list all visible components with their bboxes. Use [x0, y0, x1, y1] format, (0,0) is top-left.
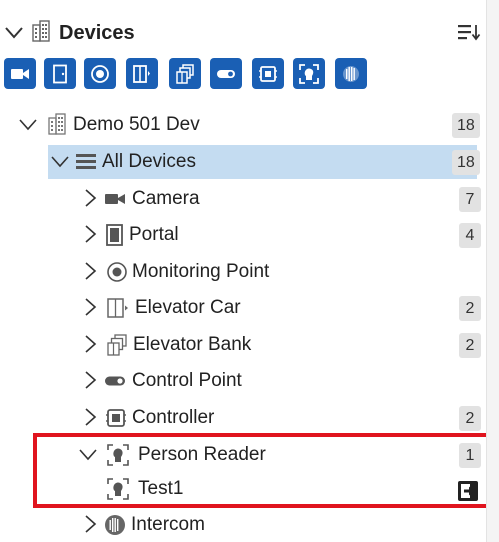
tree-row-elevator-car[interactable]: Elevator Car 2	[0, 291, 486, 325]
tree-row-label: Camera	[132, 188, 200, 209]
chevron-right-icon[interactable]	[80, 224, 100, 244]
intercom-filter-button[interactable]	[335, 58, 367, 89]
camera-filter-button[interactable]	[4, 58, 36, 89]
tree-root-row[interactable]: Demo 501 Dev 18	[0, 108, 486, 142]
target-icon	[107, 262, 127, 282]
tree-row-label: Elevator Car	[135, 297, 241, 318]
page-title: Devices	[59, 22, 135, 44]
tree-row-control-point[interactable]: Control Point	[0, 364, 486, 398]
tree-root-label: Demo 501 Dev	[73, 114, 200, 135]
tree-row-portal[interactable]: Portal 4	[0, 218, 486, 252]
tree-row-controller[interactable]: Controller 2	[0, 401, 486, 435]
toggle-icon	[105, 376, 125, 386]
camera-icon	[105, 194, 125, 204]
count-badge: 2	[459, 406, 481, 431]
chevron-right-icon[interactable]	[80, 188, 100, 208]
elevator-car-icon	[133, 64, 150, 83]
chevron-right-icon[interactable]	[80, 407, 100, 427]
door-icon	[53, 64, 67, 83]
count-badge: 18	[452, 113, 480, 138]
toggle-icon	[217, 69, 235, 78]
tree-row-label: Control Point	[132, 370, 242, 391]
count-badge: 2	[459, 296, 481, 321]
intercom-icon	[343, 65, 359, 82]
building-icon	[48, 113, 66, 135]
chevron-right-icon[interactable]	[80, 297, 100, 317]
list-icon	[76, 154, 96, 169]
intercom-icon	[105, 515, 125, 535]
tree-row-all-devices[interactable]: All Devices 18	[0, 145, 486, 179]
controller-icon	[106, 409, 126, 427]
elevator-bank-icon	[107, 334, 127, 356]
chevron-down-icon[interactable]	[50, 151, 70, 171]
controller-filter-button[interactable]	[252, 58, 284, 89]
elevator-bank-icon	[176, 63, 194, 84]
tree-row-label: Controller	[132, 407, 215, 428]
tree-row-camera[interactable]: Camera 7	[0, 182, 486, 216]
target-icon	[91, 64, 109, 83]
devices-panel: Devices Demo 501 Dev 18 All Devices 18 C…	[0, 0, 499, 542]
count-badge: 2	[459, 333, 481, 358]
elevator-car-icon	[107, 298, 128, 318]
sort-list-icon[interactable]	[457, 22, 481, 42]
chevron-right-icon[interactable]	[80, 261, 100, 281]
tree-row-label: All Devices	[102, 151, 196, 172]
camera-icon	[11, 68, 29, 79]
tree-row-intercom[interactable]: Intercom	[0, 508, 486, 542]
tree-row-elevator-bank[interactable]: Elevator Bank 2	[0, 328, 486, 362]
building-icon	[32, 20, 50, 42]
vertical-scrollbar[interactable]	[486, 0, 499, 542]
chevron-down-icon[interactable]	[18, 114, 38, 134]
count-badge: 7	[459, 187, 481, 212]
count-badge: 18	[452, 150, 480, 175]
elevator-bank-filter-button[interactable]	[169, 58, 201, 89]
chevron-down-icon[interactable]	[4, 22, 24, 42]
elevator-car-filter-button[interactable]	[126, 58, 158, 89]
tree-row-label: Monitoring Point	[132, 261, 270, 282]
control-point-filter-button[interactable]	[210, 58, 242, 89]
count-badge: 4	[459, 223, 481, 248]
portal-filter-button[interactable]	[44, 58, 76, 89]
tree-row-label: Portal	[129, 224, 179, 245]
annotation-highlight-box	[33, 433, 494, 508]
devices-header: Devices	[0, 16, 499, 50]
chevron-right-icon[interactable]	[80, 514, 100, 534]
chevron-right-icon[interactable]	[80, 334, 100, 354]
tree-row-monitoring-point[interactable]: Monitoring Point	[0, 255, 486, 289]
tree-row-label: Intercom	[131, 514, 205, 535]
person-reader-filter-button[interactable]	[293, 58, 325, 89]
controller-icon	[259, 65, 277, 82]
door-icon	[106, 224, 123, 246]
chevron-right-icon[interactable]	[80, 370, 100, 390]
monitoring-point-filter-button[interactable]	[84, 58, 116, 89]
tree-row-label: Elevator Bank	[133, 334, 252, 355]
face-reader-icon	[299, 63, 319, 84]
